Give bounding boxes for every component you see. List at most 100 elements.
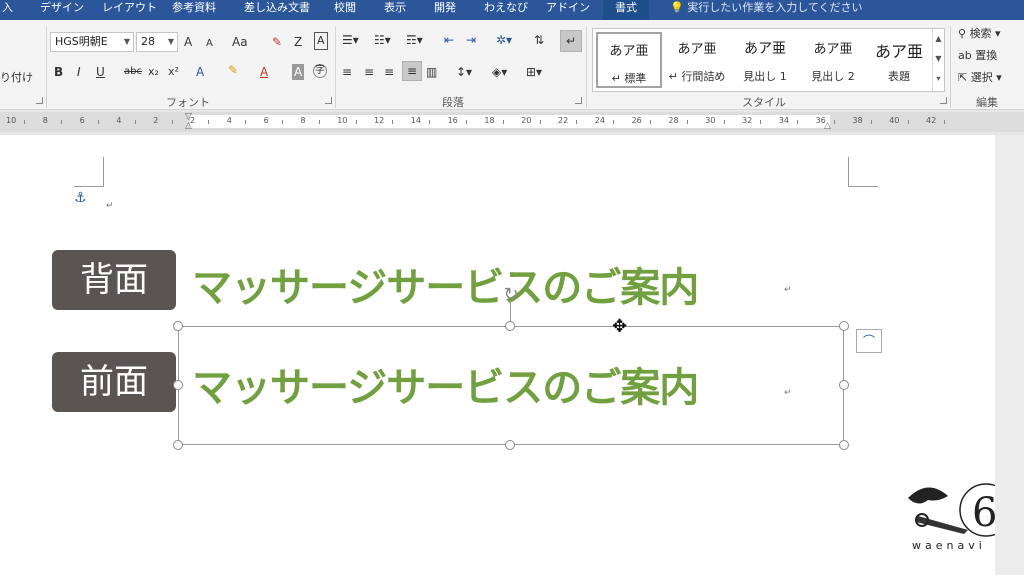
tab-view[interactable]: 表示 bbox=[384, 0, 406, 20]
char-border-icon[interactable]: A bbox=[314, 32, 328, 50]
change-case-icon[interactable]: Aa bbox=[232, 34, 248, 50]
style-item-title[interactable]: あア亜 表題 bbox=[866, 32, 932, 88]
style-gallery: あア亜 ↵ 標準 あア亜 ↵ 行間詰め あア亜 見出し 1 あア亜 見出し 2 … bbox=[592, 28, 945, 92]
shading-icon[interactable]: ◈▾ bbox=[492, 64, 507, 80]
font-color-icon[interactable]: A bbox=[260, 64, 268, 80]
chevron-down-icon[interactable]: ▼ bbox=[933, 49, 944, 69]
back-label-badge[interactable]: 背面 bbox=[52, 250, 176, 310]
tab-format[interactable]: 書式 bbox=[603, 0, 649, 20]
tab-addins[interactable]: アドイン bbox=[546, 0, 590, 20]
bold-button[interactable]: B bbox=[54, 64, 63, 80]
style-item-normal[interactable]: あア亜 ↵ 標準 bbox=[596, 32, 662, 88]
increase-indent-icon[interactable]: ⇥ bbox=[466, 32, 476, 48]
right-indent-icon[interactable]: △ bbox=[824, 121, 831, 131]
line-spacing-icon[interactable]: ↕▾ bbox=[456, 64, 472, 80]
font-name-select[interactable]: HGS明朝E ▼ bbox=[50, 32, 134, 52]
chevron-up-icon[interactable]: ▲ bbox=[933, 29, 944, 49]
align-right-icon[interactable]: ≡ bbox=[384, 64, 394, 80]
font-group-label: フォント bbox=[166, 96, 210, 109]
resize-handle-br[interactable] bbox=[839, 440, 849, 450]
resize-handle-tr[interactable] bbox=[839, 321, 849, 331]
underline-button[interactable]: U bbox=[96, 64, 105, 80]
tab-layout[interactable]: レイアウト bbox=[102, 0, 157, 20]
ruler-text-area bbox=[190, 115, 830, 128]
resize-handle-t[interactable] bbox=[505, 321, 515, 331]
resize-handle-tl[interactable] bbox=[173, 321, 183, 331]
anchor-icon[interactable]: ⚓ bbox=[74, 190, 87, 206]
layout-options-button[interactable]: ⌒ bbox=[856, 329, 882, 353]
tab-mailings[interactable]: 差し込み文書 bbox=[244, 0, 310, 20]
style-item-heading-2[interactable]: あア亜 見出し 2 bbox=[800, 32, 866, 88]
tab-waenavi[interactable]: わえなび bbox=[484, 0, 528, 20]
sort-icon[interactable]: ⇅ bbox=[534, 32, 544, 48]
search-button[interactable]: ⚲ 検索 ▾ bbox=[958, 26, 1001, 42]
show-marks-button[interactable]: ↵ bbox=[560, 30, 582, 52]
ruler-number: 12 bbox=[374, 116, 385, 125]
superscript-button[interactable]: x² bbox=[168, 64, 179, 80]
ruler-number: 8 bbox=[300, 116, 306, 125]
tab-design[interactable]: デザイン bbox=[40, 0, 84, 20]
front-label-badge[interactable]: 前面 bbox=[52, 352, 176, 412]
styles-launcher-icon[interactable] bbox=[940, 97, 947, 104]
back-headline-text[interactable]: マッサージサービスのご案内 bbox=[192, 255, 699, 313]
resize-handle-bl[interactable] bbox=[173, 440, 183, 450]
justify-button[interactable]: ≡ bbox=[402, 61, 422, 81]
tab-references[interactable]: 参考資料 bbox=[172, 0, 216, 20]
align-center-icon[interactable]: ≡ bbox=[364, 64, 374, 80]
paragraph-launcher-icon[interactable] bbox=[575, 97, 582, 104]
shrink-font-icon[interactable]: A bbox=[206, 36, 213, 52]
asian-layout-icon[interactable]: ✲▾ bbox=[496, 32, 512, 48]
font-launcher-icon[interactable] bbox=[325, 97, 332, 104]
gallery-scroll[interactable]: ▲ ▼ ▾ bbox=[932, 29, 944, 91]
bullets-icon[interactable]: ☰▾ bbox=[342, 32, 359, 48]
tell-me-box[interactable]: 💡 実行したい作業を入力してください bbox=[670, 0, 863, 20]
style-item-no-spacing[interactable]: あア亜 ↵ 行間詰め bbox=[664, 32, 730, 88]
decrease-indent-icon[interactable]: ⇤ bbox=[444, 32, 454, 48]
tab-review[interactable]: 校閲 bbox=[334, 0, 356, 20]
strikethrough-button[interactable]: abc bbox=[124, 64, 142, 80]
resize-handle-r[interactable] bbox=[839, 380, 849, 390]
ruler-tick bbox=[318, 120, 320, 124]
ruler-tick bbox=[944, 120, 946, 124]
font-size-select[interactable]: 28 ▼ bbox=[136, 32, 178, 52]
more-icon[interactable]: ▾ bbox=[933, 69, 944, 89]
distributed-icon[interactable]: ▥ bbox=[426, 64, 437, 80]
borders-icon[interactable]: ⊞▾ bbox=[526, 64, 542, 80]
ruler-tick bbox=[502, 120, 504, 124]
subscript-button[interactable]: x₂ bbox=[148, 64, 159, 80]
hanging-indent-icon[interactable]: △ bbox=[185, 121, 192, 131]
horizontal-ruler[interactable]: 10 8 6 4 2 2 4 6 8 10 12 14 16 18 20 22 24 26 28 30 32 34 36 38… bbox=[0, 112, 1024, 132]
text-effects-icon[interactable]: A bbox=[196, 64, 204, 80]
ruler-number: 2 bbox=[153, 116, 159, 125]
grow-font-icon[interactable]: A bbox=[184, 34, 192, 50]
style-item-heading-1[interactable]: あア亜 見出し 1 bbox=[732, 32, 798, 88]
italic-button[interactable]: I bbox=[77, 64, 81, 80]
tab-insert[interactable]: 入 bbox=[2, 0, 13, 20]
tab-developer[interactable]: 開発 bbox=[434, 0, 456, 20]
ruler-number: 20 bbox=[521, 116, 532, 125]
numbering-icon[interactable]: ☷▾ bbox=[374, 32, 391, 48]
ruler-number: 6 bbox=[263, 116, 269, 125]
vertical-scrollbar[interactable] bbox=[995, 135, 1024, 575]
clear-format-icon[interactable]: ✎ bbox=[272, 34, 282, 50]
resize-handle-l[interactable] bbox=[173, 380, 183, 390]
chevron-down-icon: ▼ bbox=[167, 37, 174, 46]
text-box-selection[interactable] bbox=[178, 326, 844, 445]
style-preview: あア亜 bbox=[609, 44, 649, 59]
char-shading-icon[interactable]: A bbox=[292, 64, 305, 80]
resize-handle-b[interactable] bbox=[505, 440, 515, 450]
align-left-icon[interactable]: ≡ bbox=[342, 64, 352, 80]
document-page[interactable]: ⚓ ↵ 背面 マッサージサービスのご案内 ↵ 前面 マッサージサービスのご案内 … bbox=[0, 135, 1013, 575]
multilevel-list-icon[interactable]: ☶▾ bbox=[406, 32, 423, 48]
clipboard-launcher-icon[interactable] bbox=[36, 97, 43, 104]
watermark-text: waenavi bbox=[912, 539, 986, 552]
cursor-icon: ⇱ bbox=[958, 71, 971, 84]
replace-button[interactable]: ab 置換 bbox=[958, 48, 997, 64]
rotate-handle-icon[interactable]: ↻ bbox=[501, 285, 521, 305]
phonetic-guide-icon[interactable]: Z bbox=[294, 34, 302, 50]
enclose-char-icon[interactable]: 字 bbox=[313, 64, 327, 78]
ruler-tick bbox=[723, 120, 725, 124]
highlight-icon[interactable]: ✎ bbox=[228, 62, 238, 78]
paste-button[interactable]: り付け bbox=[0, 70, 33, 86]
select-button[interactable]: ⇱ 選択 ▾ bbox=[958, 70, 1002, 86]
